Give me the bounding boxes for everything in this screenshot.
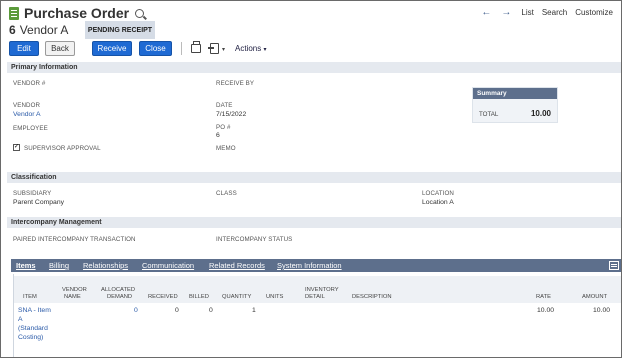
intercompany-status-label: INTERCOMPANY STATUS [216,236,293,243]
status-badge: PENDING RECEIPT [85,21,155,39]
col-allocated-1: ALLOCATED [101,287,136,293]
list-link[interactable]: List [521,8,533,17]
receive-by-label: RECEIVE BY [216,80,255,87]
close-button[interactable]: Close [139,41,172,56]
classification-header[interactable]: Classification [7,172,621,183]
purchase-order-icon [9,6,19,20]
intercompany-header[interactable]: Intercompany Management [7,217,621,228]
primary-info-header[interactable]: Primary Information [7,62,621,73]
location-value: Location A [422,199,454,206]
actions-caret-icon: ▾ [263,47,267,53]
location-label: LOCATION [422,190,454,197]
received-value: 0 [175,307,179,314]
customize-link[interactable]: Customize [575,8,613,17]
item-link-line2[interactable]: A [18,316,23,323]
quantity-value: 1 [252,307,256,314]
actions-label: Actions [235,44,262,53]
tab-relationships[interactable]: Relationships [83,259,128,272]
col-allocated-2: DEMAND [107,294,133,300]
forward-arrow-icon[interactable]: → [501,7,511,18]
class-label: CLASS [216,190,237,197]
record-name: Vendor A [19,23,69,37]
amount-value: 10.00 [593,307,611,314]
item-link-line3[interactable]: (Standard [18,325,48,332]
summary-box: Summary TOTAL 10.00 [472,87,558,123]
memo-label: MEMO [216,145,236,152]
back-button[interactable]: Back [45,41,75,56]
total-value: 10.00 [530,109,551,118]
vendor-link[interactable]: Vendor A [13,111,41,118]
top-navigation: ← → List Search Customize [481,7,621,18]
sublist-options-icon[interactable] [609,261,619,270]
page-header: Purchase Order [9,4,145,22]
supervisor-approval-label: SUPERVISOR APPROVAL [24,145,101,152]
col-inventory-1: INVENTORY [305,287,339,293]
tab-related-records[interactable]: Related Records [209,259,265,272]
vendor-label: VENDOR [13,102,41,109]
tab-system-information[interactable]: System Information [277,259,342,272]
col-item: ITEM [23,294,37,300]
record-number: 6 [9,23,16,37]
back-arrow-icon[interactable]: ← [481,7,491,18]
export-icon[interactable] [208,43,219,54]
col-quantity: QUANTITY [222,294,252,300]
po-number-value: 6 [216,132,220,139]
export-caret-icon[interactable]: ▾ [222,46,225,53]
col-received: RECEIVED [148,294,178,300]
page-title: Purchase Order [24,5,130,21]
search-icon[interactable] [135,8,145,18]
date-label: DATE [216,102,233,109]
col-inventory-2: DETAIL [305,294,325,300]
po-number-label: PO # [216,124,231,131]
subtab-bar: Items Billing Relationships Communicatio… [11,259,621,272]
col-billed: BILLED [189,294,209,300]
employee-label: EMPLOYEE [13,125,48,132]
toolbar-divider [181,42,182,55]
tab-communication[interactable]: Communication [142,259,194,272]
col-units: UNITS [266,294,284,300]
col-amount: AMOUNT [582,294,608,300]
tab-billing[interactable]: Billing [49,259,69,272]
rate-value: 10.00 [537,307,555,314]
col-vendor-name-1: VENDOR [62,287,87,293]
receive-button[interactable]: Receive [92,41,132,56]
record-heading: 6 Vendor A [9,22,68,38]
allocated-demand-value[interactable]: 0 [134,307,138,314]
paired-transaction-label: PAIRED INTERCOMPANY TRANSACTION [13,236,136,243]
date-value: 7/15/2022 [216,111,247,118]
item-link-line4[interactable]: Costing) [18,334,43,341]
col-vendor-name-2: NAME [64,294,81,300]
subsidiary-label: SUBSIDIARY [13,190,52,197]
tab-items[interactable]: Items [16,259,36,272]
item-link-line1[interactable]: SNA - Item [18,307,51,314]
subsidiary-value: Parent Company [13,199,65,206]
supervisor-approval-checkbox[interactable]: ✓ [13,144,20,151]
col-description: DESCRIPTION [352,294,392,300]
print-icon[interactable] [191,41,201,53]
netsuite-window: Purchase Order ← → List Search Customize… [0,0,622,358]
edit-button[interactable]: Edit [9,41,39,56]
summary-title: Summary [473,88,557,99]
vendor-number-label: VENDOR # [13,80,46,87]
actions-menu[interactable]: Actions ▾ [235,44,266,53]
total-label: TOTAL [479,111,499,118]
search-link[interactable]: Search [542,8,567,17]
billed-value: 0 [209,307,213,314]
col-rate: RATE [536,294,552,300]
